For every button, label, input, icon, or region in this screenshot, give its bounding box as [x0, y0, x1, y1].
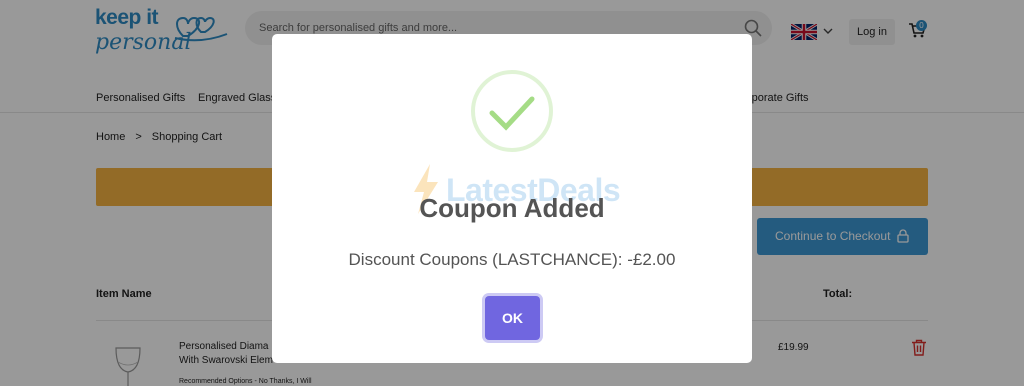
coupon-added-dialog: LatestDeals Coupon Added Discount Coupon… — [272, 34, 752, 363]
dialog-message: Discount Coupons (LASTCHANCE): -£2.00 — [348, 250, 676, 269]
ok-button[interactable]: OK — [485, 296, 540, 340]
success-check-icon — [471, 70, 553, 152]
dialog-title: Coupon Added — [419, 193, 605, 223]
